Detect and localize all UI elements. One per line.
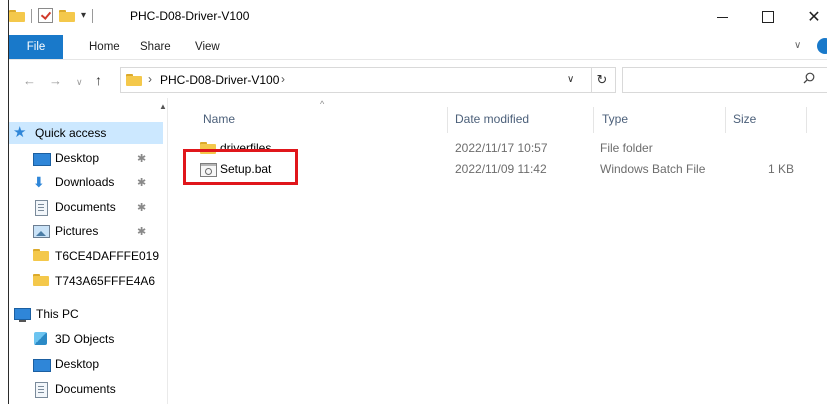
file-date: 2022/11/09 11:42 [455,162,547,176]
folder-icon [33,274,49,288]
close-button[interactable]: ✕ [791,0,827,33]
column-header-name[interactable]: Name [168,98,448,134]
sidebar-item-label: Documents [55,382,116,396]
scroll-up-icon[interactable]: ▲ [159,102,167,111]
explorer-window: ▾ PHC-D08-Driver-V100 ✕ File Home Share … [8,0,827,404]
folder-icon[interactable] [9,9,25,22]
column-divider[interactable] [806,107,807,133]
this-pc-icon [14,307,31,322]
sidebar-item-label: 3D Objects [55,332,115,346]
window-title: PHC-D08-Driver-V100 [130,9,250,23]
close-icon: ✕ [807,8,821,26]
folder-icon [33,249,49,263]
sidebar-item-pictures[interactable]: Pictures ✱ [9,220,167,242]
sidebar-item-pc-desktop[interactable]: Desktop [9,353,167,375]
tab-file[interactable]: File [9,35,63,59]
downloads-icon: ⬇ [33,174,45,190]
sidebar-item-label: Documents [55,200,116,214]
search-icon [803,72,815,84]
file-size: 1 KB [768,162,795,176]
sidebar-item-label: Pictures [55,224,99,238]
sidebar-item-label: Downloads [55,175,115,189]
pin-icon[interactable]: ✱ [137,176,146,189]
sidebar-item-folder-1[interactable]: T6CE4DAFFFE019 [9,245,167,267]
back-button[interactable]: ← [23,73,36,88]
address-bar[interactable]: › PHC-D08-Driver-V100 › ∨ [120,67,592,93]
sidebar-item-desktop[interactable]: Desktop ✱ [9,147,167,169]
breadcrumb-separator[interactable]: › [281,72,285,86]
3d-objects-icon [33,332,49,346]
pin-icon[interactable]: ✱ [137,225,146,238]
pin-icon[interactable]: ✱ [137,152,146,165]
new-folder-icon[interactable] [59,9,75,22]
quick-access-star-icon: ★ [13,124,27,141]
sidebar-item-this-pc[interactable]: This PC [9,303,164,325]
title-bar: ▾ PHC-D08-Driver-V100 ✕ [9,0,827,33]
quick-access-toolbar: ▾ [9,8,99,23]
sidebar-item-label: Desktop [55,357,100,371]
sidebar-item-label: T6CE4DAFFFE019 [55,249,160,263]
maximize-button[interactable] [745,0,791,33]
tab-home[interactable]: Home [89,41,120,53]
address-dropdown-icon[interactable]: ∨ [567,74,574,85]
expand-ribbon-icon[interactable]: ∨ [794,40,801,51]
column-header-size[interactable]: Size [726,98,806,134]
minimize-icon [716,17,728,18]
file-list[interactable]: ^ Name Date modified Type Size driverfil… [168,98,827,404]
breadcrumb-separator[interactable]: › [148,72,152,86]
column-label: Size [733,112,757,126]
desktop-icon [33,151,51,166]
sidebar-item-quick-access[interactable]: ★ Quick access [9,122,163,144]
column-label: Date modified [455,112,530,126]
sidebar-item-label: This PC [36,307,79,321]
maximize-icon [762,10,774,23]
properties-check-icon[interactable] [38,8,53,23]
address-row: ← → ∨ ↑ › PHC-D08-Driver-V100 › ∨ ↻ [9,60,827,98]
file-date: 2022/11/17 10:57 [455,141,548,155]
sidebar-item-label: T743A65FFFE4A6 [55,274,156,288]
highlight-box [183,149,298,185]
tab-share[interactable]: Share [140,41,171,53]
sidebar-item-label: Desktop [55,151,100,165]
file-type: File folder [600,141,653,155]
tab-view[interactable]: View [195,41,220,53]
column-header-type[interactable]: Type [594,98,724,134]
up-button[interactable]: ↑ [95,72,102,88]
sidebar-item-documents[interactable]: Documents ✱ [9,196,167,218]
documents-icon [33,382,49,398]
folder-icon [126,74,142,86]
pictures-icon [33,224,50,238]
refresh-button[interactable]: ↻ [589,67,616,93]
help-icon[interactable] [817,38,827,54]
recent-locations-button[interactable]: ∨ [76,77,83,88]
minimize-button[interactable] [699,0,745,33]
sidebar-item-downloads[interactable]: ⬇ Downloads ✱ [9,171,167,193]
documents-icon [33,200,49,216]
column-label: Name [203,112,236,126]
breadcrumb-current-folder[interactable]: PHC-D08-Driver-V100 [160,73,279,87]
column-header-date[interactable]: Date modified [448,98,593,134]
sidebar-item-folder-2[interactable]: T743A65FFFE4A6 [9,270,167,292]
pin-icon[interactable]: ✱ [137,201,146,214]
forward-button[interactable]: → [49,73,62,88]
navigation-pane[interactable]: ▲ ★ Quick access Desktop ✱ ⬇ Downloads ✱… [9,98,168,404]
sidebar-item-label: Quick access [35,126,107,140]
file-type: Windows Batch File [600,162,706,176]
desktop-icon [33,357,51,372]
search-input[interactable] [622,67,827,93]
title-divider [92,8,94,23]
customize-dropdown-icon[interactable]: ▾ [81,10,86,21]
toolbar-divider [31,8,32,23]
ribbon-tabs: File Home Share View ∨ [9,33,827,60]
column-label: Type [602,112,629,126]
refresh-icon: ↻ [596,72,608,87]
sidebar-item-3d-objects[interactable]: 3D Objects [9,328,167,350]
sidebar-item-pc-documents[interactable]: Documents [9,378,167,400]
